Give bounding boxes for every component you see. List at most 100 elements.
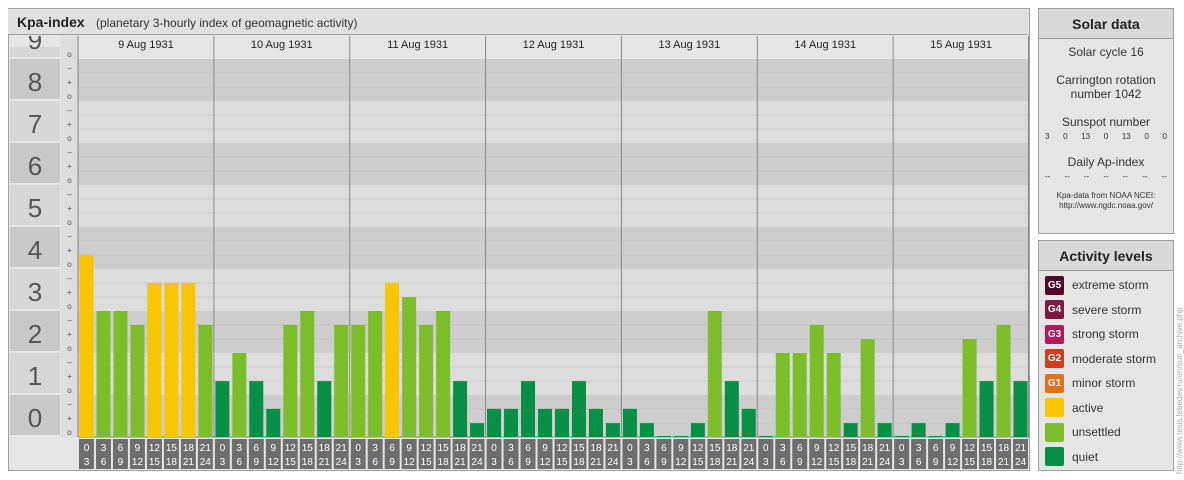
sub-tick-label: o	[67, 344, 72, 353]
interval-start-label: 9	[814, 443, 820, 454]
legend-label: unsettled	[1072, 425, 1121, 440]
legend-item-unsettled: unsettled	[1039, 420, 1173, 445]
ap-value: --	[1161, 172, 1167, 181]
kp-bar	[860, 339, 875, 437]
interval-start-label: 12	[556, 443, 568, 454]
unsettled-swatch	[1045, 422, 1064, 442]
chart-title: Kpa-index	[17, 14, 85, 30]
interval-start-label: 3	[780, 443, 786, 454]
interval-end-label: 6	[372, 457, 378, 468]
interval-start-label: 15	[302, 443, 314, 454]
kp-bar	[96, 311, 111, 437]
solar-data-panel: Solar data Solar cycle 16 Carrington rot…	[1038, 8, 1174, 234]
sub-tick-label: –	[67, 400, 72, 409]
interval-end-label: 15	[285, 457, 297, 468]
interval-end-label: 18	[573, 457, 585, 468]
interval-end-label: 24	[879, 457, 891, 468]
data-credit: Kpa-data from NOAA NCEI: http://www.ngdc…	[1039, 191, 1173, 211]
chart-subtitle: (planetary 3-hourly index of geomagnetic…	[96, 16, 358, 30]
interval-end-label: 9	[933, 457, 939, 468]
kp-bar	[521, 381, 536, 437]
sub-tick-label: –	[67, 64, 72, 73]
sub-tick-label: –	[67, 274, 72, 283]
interval-start-label: 9	[406, 443, 412, 454]
interval-start-label: 15	[166, 443, 178, 454]
interval-start-label: 15	[573, 443, 585, 454]
y-tick-label: 0	[28, 403, 42, 433]
kp-bar	[741, 408, 756, 437]
interval-start-label: 21	[879, 443, 891, 454]
sub-tick-label: +	[67, 204, 72, 213]
sub-tick-label: +	[67, 78, 72, 87]
y-tick-label: 8	[28, 67, 42, 97]
kp-bar	[317, 381, 332, 437]
interval-start-label: 21	[743, 443, 755, 454]
kp-bar	[130, 324, 145, 437]
interval-start-label: 0	[899, 443, 905, 454]
solar-data-title: Solar data	[1039, 9, 1173, 39]
kp-bar	[724, 381, 739, 437]
interval-start-label: 15	[709, 443, 721, 454]
g5-badge: G5	[1045, 275, 1064, 295]
kpa-bar-chart: 0123456789o+–o+–o+–o+–o+–o+–o+–o+–o+–o9 …	[9, 36, 1029, 470]
interval-end-label: 9	[118, 457, 124, 468]
interval-start-label: 6	[661, 443, 667, 454]
kp-bar	[605, 423, 620, 437]
kp-bar	[979, 381, 994, 437]
sunspot-label: Sunspot number	[1061, 115, 1151, 129]
kp-bar	[656, 436, 671, 437]
kp-bar	[555, 408, 569, 437]
interval-end-label: 12	[132, 457, 144, 468]
interval-end-label: 21	[590, 457, 602, 468]
interval-start-label: 6	[525, 443, 531, 454]
kp-bar	[470, 423, 485, 437]
sub-tick-label: o	[67, 386, 72, 395]
interval-start-label: 21	[472, 443, 484, 454]
ap-index-label: Daily Ap-index	[1067, 155, 1145, 169]
sub-tick-label: o	[67, 176, 72, 185]
interval-start-label: 3	[372, 443, 378, 454]
sub-tick-label: +	[67, 414, 72, 423]
legend-item-active: active	[1039, 396, 1173, 421]
interval-end-label: 24	[607, 457, 619, 468]
kp-bar	[198, 324, 213, 437]
chart-title-bar: Kpa-index (planetary 3-hourly index of g…	[8, 9, 1028, 35]
legend-label: quiet	[1072, 449, 1099, 464]
sub-tick-label: +	[67, 288, 72, 297]
kp-bar	[792, 353, 807, 437]
y-tick-label: 5	[28, 193, 42, 223]
solar-cycle: Solar cycle 16	[1068, 45, 1144, 59]
interval-end-label: 3	[899, 457, 905, 468]
g3-badge: G3	[1045, 324, 1064, 344]
interval-start-label: 3	[916, 443, 922, 454]
active-swatch	[1045, 398, 1064, 418]
credit-line-1: Kpa-data from NOAA NCEI:	[1056, 191, 1156, 200]
kp-bar	[181, 282, 196, 437]
legend-item-quiet: quiet	[1039, 445, 1173, 470]
kp-bar	[673, 436, 688, 437]
interval-end-label: 3	[627, 457, 633, 468]
interval-end-label: 9	[389, 457, 395, 468]
interval-start-label: 15	[845, 443, 857, 454]
interval-start-label: 0	[627, 443, 633, 454]
interval-start-label: 6	[254, 443, 260, 454]
carrington-line-2: number 1042	[1070, 87, 1142, 101]
interval-end-label: 6	[508, 457, 514, 468]
plot-band	[78, 269, 1029, 311]
activity-legend: G5 extreme storm G4 severe storm G3 strong …	[1039, 271, 1173, 469]
interval-start-label: 12	[285, 443, 297, 454]
interval-start-label: 12	[964, 443, 976, 454]
kp-bar	[164, 282, 179, 437]
interval-end-label: 6	[101, 457, 107, 468]
interval-end-label: 9	[797, 457, 803, 468]
kp-bar	[283, 324, 298, 437]
interval-end-label: 18	[709, 457, 721, 468]
interval-start-label: 12	[149, 443, 161, 454]
interval-end-label: 9	[661, 457, 667, 468]
credit-link[interactable]: http://www.ngdc.noaa.gov/	[1039, 201, 1173, 211]
sub-tick-label: –	[67, 232, 72, 241]
activity-levels-panel: Activity levels G5 extreme storm G4 severe…	[1038, 240, 1174, 471]
interval-start-label: 18	[862, 443, 874, 454]
day-date-label: 15 Aug 1931	[930, 39, 992, 51]
interval-end-label: 12	[811, 457, 823, 468]
